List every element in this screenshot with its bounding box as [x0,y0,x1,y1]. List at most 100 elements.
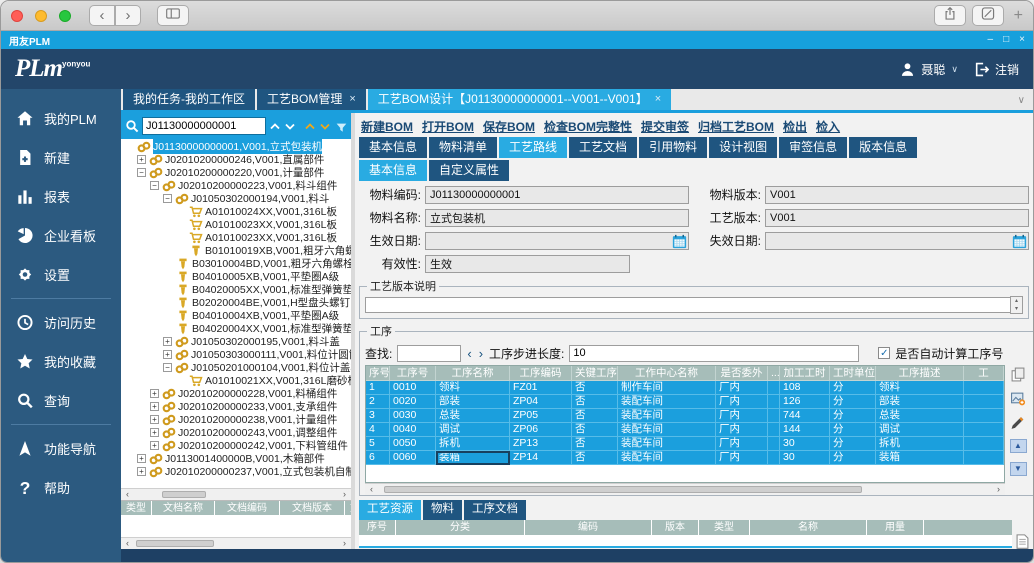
process-cell[interactable] [768,437,780,451]
doc-column-header[interactable]: 文档名称 [152,501,214,515]
form-input[interactable]: V001 [765,209,1029,227]
close-traffic-light[interactable] [11,10,23,22]
process-column-header[interactable]: 加工工时 [780,366,830,381]
form-input[interactable]: 生效 [425,255,630,273]
back-button[interactable]: ‹ [89,5,115,26]
process-column-header[interactable]: 关键工序 [572,366,618,381]
resource-column-header[interactable]: 用量 [867,520,923,535]
sidebar-item-settings[interactable]: 设置 [1,255,121,294]
sidebar-item-reports[interactable]: 报表 [1,177,121,216]
tab-1[interactable]: 我的任务-我的工作区 [123,89,255,110]
sidebar-item-dashboard[interactable]: 企业看板 [1,216,121,255]
tree-search-input[interactable] [142,117,266,135]
process-cell[interactable]: 领料 [436,381,510,395]
sidebar-item-my-plm[interactable]: 我的PLM [1,99,121,138]
scroll-thumb[interactable] [136,540,214,547]
process-cell[interactable]: ZP05 [510,409,572,423]
process-cell[interactable]: 0050 [390,437,436,451]
process-cell[interactable]: 拆机 [876,437,964,451]
process-cell[interactable]: 144 [780,423,830,437]
process-cell[interactable] [964,409,1004,423]
process-column-header[interactable]: 工序名称 [436,366,510,381]
process-cell[interactable]: 厂内 [716,423,768,437]
process-cell[interactable]: 6 [366,451,390,465]
expand-toggle-icon[interactable]: + [150,402,159,411]
doc-column-header[interactable]: 类型 [121,501,151,515]
step-length-input[interactable] [569,345,859,362]
scroll-thumb[interactable] [384,486,862,493]
find-input[interactable] [397,345,461,362]
zoom-traffic-light[interactable] [59,10,71,22]
sidebar-toggle-button[interactable] [157,5,189,26]
expand-toggle-icon[interactable]: + [163,337,172,346]
main-tab[interactable]: 工艺路线 [499,137,567,158]
tree-item[interactable]: +J02010200000237,V001,立式包装机自制部分随机 [121,465,351,478]
expand-toggle-icon[interactable]: + [137,454,146,463]
bottom-tab[interactable]: 工序文档 [464,500,526,520]
process-cell[interactable]: 厂内 [716,395,768,409]
auto-number-checkbox[interactable]: ✓ [878,347,890,359]
minimize-traffic-light[interactable] [35,10,47,22]
doc-column-header[interactable]: 文档格式 [345,501,351,515]
process-cell[interactable]: 否 [572,409,618,423]
tab-close-icon[interactable]: × [655,89,661,110]
process-table-scrollbar[interactable]: ‹ › [365,483,1005,495]
toolbar-link[interactable]: 检查BOM完整性 [544,118,632,135]
tab-close-icon[interactable]: × [349,89,355,110]
process-column-header[interactable]: 序号 [366,366,390,381]
process-cell[interactable]: 总装 [436,409,510,423]
resource-column-header[interactable]: 类型 [699,520,749,535]
process-row[interactable]: 10010领料FZ01否制作车间厂内108分领料 [366,381,1004,395]
expand-toggle-icon[interactable]: + [137,155,146,164]
sheet-icon[interactable] [1016,534,1029,549]
resource-column-header[interactable]: 编码 [525,520,651,535]
process-cell[interactable]: 3 [366,409,390,423]
scroll-right-icon[interactable]: › [992,484,1005,495]
new-window-button[interactable] [972,5,1004,26]
process-cell[interactable] [768,451,780,465]
sub-tab[interactable]: 基本信息 [359,160,427,181]
process-cell[interactable] [964,451,1004,465]
process-cell[interactable]: 0060 [390,451,436,465]
resource-column-header[interactable]: 分类 [396,520,524,535]
share-button[interactable] [934,5,966,26]
next-step-button[interactable]: › [478,346,484,361]
process-row[interactable]: 20020部装ZP04否装配车间厂内126分部装 [366,395,1004,409]
filter-funnel-icon[interactable] [336,120,347,133]
expand-toggle-icon[interactable]: − [150,181,159,190]
process-cell[interactable] [768,409,780,423]
bottom-tab[interactable]: 物料 [423,500,462,520]
main-tab[interactable]: 引用物料 [639,137,707,158]
search-next-icon[interactable] [284,119,296,133]
form-input[interactable]: V001 [765,186,1029,204]
sidebar-item-help[interactable]: ?帮助 [1,468,121,507]
process-column-header[interactable]: 工序编码 [510,366,572,381]
toolbar-link[interactable]: 归档工艺BOM [698,118,774,135]
process-cell[interactable]: 1 [366,381,390,395]
process-cell[interactable]: 调试 [436,423,510,437]
move-down-icon[interactable] [319,119,331,133]
process-cell[interactable]: 厂内 [716,451,768,465]
sidebar-item-new[interactable]: 新建 [1,138,121,177]
process-cell[interactable]: 厂内 [716,381,768,395]
process-cell[interactable]: 30 [780,437,830,451]
form-input[interactable] [425,232,689,250]
form-input[interactable] [765,232,1029,250]
process-cell[interactable]: 领料 [876,381,964,395]
process-cell[interactable] [768,395,780,409]
process-cell[interactable]: 0030 [390,409,436,423]
expand-toggle-icon[interactable]: + [150,428,159,437]
row-up-button[interactable]: ▲ [1010,439,1027,453]
process-cell[interactable]: 108 [780,381,830,395]
process-cell[interactable]: 制作车间 [618,381,716,395]
form-input[interactable]: J01130000000001 [425,186,689,204]
process-row[interactable]: 50050拆机ZP13否装配车间厂内30分拆机 [366,437,1004,451]
process-cell[interactable]: 分 [830,451,876,465]
new-tab-button[interactable]: + [1014,7,1023,25]
process-cell[interactable]: 126 [780,395,830,409]
process-column-header[interactable]: 工作中心名称 [618,366,716,381]
scroll-left-icon[interactable]: ‹ [121,489,134,500]
expand-toggle-icon[interactable]: + [163,350,172,359]
toolbar-link[interactable]: 检出 [783,118,807,135]
spinner-icon[interactable]: ▴▾ [1010,296,1023,314]
